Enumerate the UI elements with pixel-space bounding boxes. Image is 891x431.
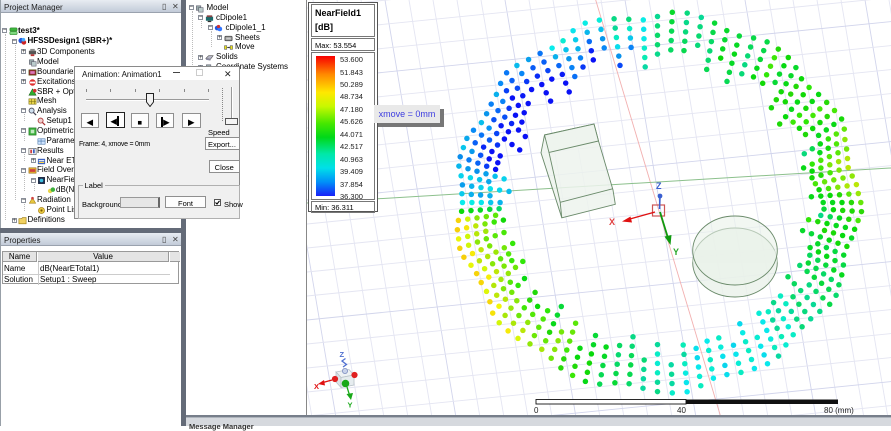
- svg-text:X: X: [609, 217, 615, 227]
- svg-text:Y: Y: [348, 401, 353, 410]
- svg-text:Z: Z: [656, 181, 662, 191]
- svg-text:Z: Z: [340, 350, 345, 359]
- svg-text:X: X: [314, 382, 319, 391]
- svg-text:40: 40: [677, 406, 686, 415]
- svg-text:80 (mm): 80 (mm): [824, 406, 854, 415]
- svg-text:Y: Y: [673, 247, 679, 257]
- svg-text:0: 0: [534, 406, 539, 415]
